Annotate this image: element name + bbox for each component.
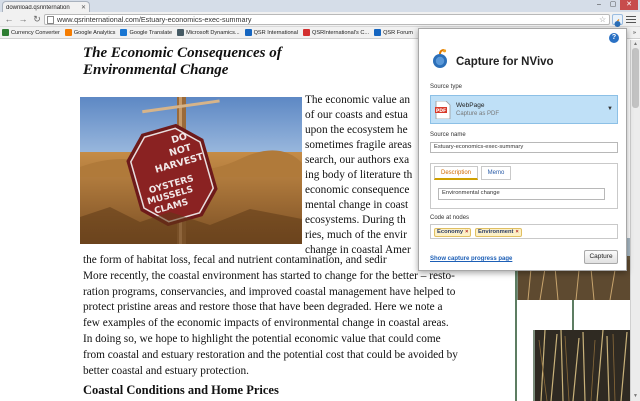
source-name-input[interactable]: Estuary-economics-exec-summary — [430, 142, 618, 153]
code-at-nodes-field[interactable]: Economy × Environment × — [430, 224, 618, 239]
bookmark-item[interactable]: Google Translate — [120, 29, 172, 36]
popup-title: Capture for NVivo — [456, 56, 554, 68]
tab-close-icon[interactable]: ✕ — [81, 4, 86, 11]
back-icon[interactable]: ← — [3, 13, 15, 25]
browser-toolbar: ← → ↻ www.qsrinternational.com/Estuary-e… — [0, 12, 640, 27]
article-text-line: mental change in coast — [305, 199, 409, 211]
bookmark-star-icon[interactable]: ☆ — [599, 15, 606, 25]
bookmark-item[interactable]: QSRInternational's C... — [303, 29, 369, 36]
article-text-line: better coastal and estuary protection. — [83, 364, 249, 377]
description-input[interactable]: Environmental change — [438, 188, 605, 200]
nvivo-logo-icon — [431, 49, 449, 69]
article-text-line: ration programs, conservancies, and impr… — [83, 285, 456, 298]
bookmark-favicon-icon — [177, 29, 185, 36]
code-at-nodes-label: Code at nodes — [430, 215, 470, 221]
article-text-line: ecosystems. During th — [305, 214, 406, 226]
bookmark-favicon-icon — [64, 29, 72, 36]
remove-node-icon[interactable]: × — [465, 229, 470, 236]
help-icon[interactable]: ? — [609, 33, 619, 43]
scroll-thumb[interactable] — [632, 48, 639, 108]
side-photo-bottom — [533, 330, 630, 401]
pdf-icon: PDF — [435, 100, 451, 120]
capture-button[interactable]: Capture — [584, 250, 618, 264]
bookmark-item[interactable]: QSR Forum — [374, 29, 413, 36]
bookmark-label: Microsoft Dynamics... — [186, 29, 240, 36]
description-memo-panel: Description Memo Environmental change — [430, 163, 618, 209]
close-window-icon[interactable]: ✕ — [620, 0, 638, 10]
article-title: The Economic Consequences of Environment… — [83, 45, 282, 78]
dropdown-caret-icon: ▼ — [607, 106, 613, 112]
tab-description[interactable]: Description — [434, 166, 478, 180]
sign-photo: DO NOT HARVEST OYSTERS MUSSELS CLAMS — [80, 97, 302, 244]
article-text-line: protect pristine areas and restore those… — [83, 301, 443, 314]
bookmarks-overflow[interactable]: » — [633, 30, 636, 36]
bookmark-label: Google Translate — [129, 29, 173, 36]
article-text-line: ing body of literature th — [305, 169, 413, 181]
article-text-line: the form of habitat loss, fecal and nutr… — [83, 254, 387, 266]
page-icon — [47, 16, 54, 24]
source-type-subtitle: Capture as PDF — [456, 111, 500, 117]
article-text-line: search, our authors exa — [305, 154, 410, 166]
svg-text:PDF: PDF — [436, 108, 446, 114]
section-heading: Coastal Conditions and Home Prices — [83, 383, 279, 397]
bookmark-label: QSR International — [253, 29, 299, 36]
reload-icon[interactable]: ↻ — [31, 13, 43, 25]
node-chip-economy: Economy × — [434, 228, 472, 237]
tab-strip: download.qsrinternation ✕ – ▢ ✕ — [0, 0, 640, 13]
browser-menu-icon[interactable] — [626, 14, 636, 24]
bookmark-favicon-icon — [120, 29, 128, 36]
source-type-select[interactable]: PDF WebPage Capture as PDF ▼ — [430, 95, 618, 124]
photo-connector-line — [572, 300, 574, 330]
source-type-label: Source type — [430, 84, 463, 90]
bookmark-favicon-icon — [2, 29, 9, 36]
forward-icon[interactable]: → — [17, 13, 29, 25]
bookmark-item[interactable]: Currency Converter — [2, 29, 60, 36]
source-name-label: Source name — [430, 132, 466, 138]
page-scrollbar[interactable]: ▲ ▼ — [630, 40, 640, 401]
capture-progress-link[interactable]: Show capture progress page — [430, 256, 512, 262]
window-controls: – ▢ ✕ — [592, 0, 638, 10]
article-text-line: from coastal and estuary restoration and… — [83, 348, 458, 361]
tab-memo[interactable]: Memo — [481, 166, 511, 180]
bookmark-label: QSRInternational's C... — [312, 29, 370, 36]
bookmark-item[interactable]: Microsoft Dynamics... — [177, 29, 240, 36]
article-text-line: of our coasts and estua — [305, 109, 408, 121]
article-text-line: sometimes fragile areas — [305, 139, 412, 151]
node-chip-label: Economy — [437, 229, 464, 235]
node-chip-label: Environment — [478, 229, 514, 235]
article-text-line: upon the ecosystem he — [305, 124, 408, 136]
bookmark-favicon-icon — [303, 29, 311, 36]
maximize-icon[interactable]: ▢ — [606, 0, 620, 10]
bookmark-label: QSR Forum — [383, 29, 413, 36]
remove-node-icon[interactable]: × — [515, 229, 520, 236]
nvivo-capture-popup: ? Capture for NVivo Source type PDF WebP… — [418, 28, 627, 271]
scroll-up-icon[interactable]: ▲ — [632, 41, 639, 47]
address-bar[interactable]: www.qsrinternational.com/Estuary-economi… — [44, 14, 610, 25]
nvivo-extension-icon[interactable] — [612, 14, 623, 27]
article-text-line: few examples of the economic impacts of … — [83, 317, 449, 330]
minimize-icon[interactable]: – — [592, 0, 606, 10]
source-type-name: WebPage — [456, 102, 485, 109]
url-text: www.qsrinternational.com/Estuary-economi… — [57, 15, 252, 24]
bookmark-label: Currency Converter — [11, 29, 60, 36]
article-text-line: More recently, the coastal environment h… — [83, 269, 455, 282]
bookmark-favicon-icon — [374, 29, 382, 36]
bookmark-item[interactable]: Google Analytics — [64, 29, 116, 36]
article-text-line: In doing so, we hope to highlight the po… — [83, 333, 441, 345]
browser-window: download.qsrinternation ✕ – ▢ ✕ ← → ↻ ww… — [0, 0, 640, 401]
article-text-line: The economic value an — [305, 94, 411, 106]
bookmark-favicon-icon — [244, 29, 252, 36]
article-text-line: ries, much of the envir — [305, 229, 407, 241]
bookmark-label: Google Analytics — [73, 29, 116, 36]
tab-title: download.qsrinternation — [6, 4, 70, 11]
scroll-down-icon[interactable]: ▼ — [632, 393, 639, 399]
bookmark-item[interactable]: QSR International — [244, 29, 299, 36]
node-chip-environment: Environment × — [475, 228, 522, 237]
article-text-line: economic consequence — [305, 184, 410, 196]
